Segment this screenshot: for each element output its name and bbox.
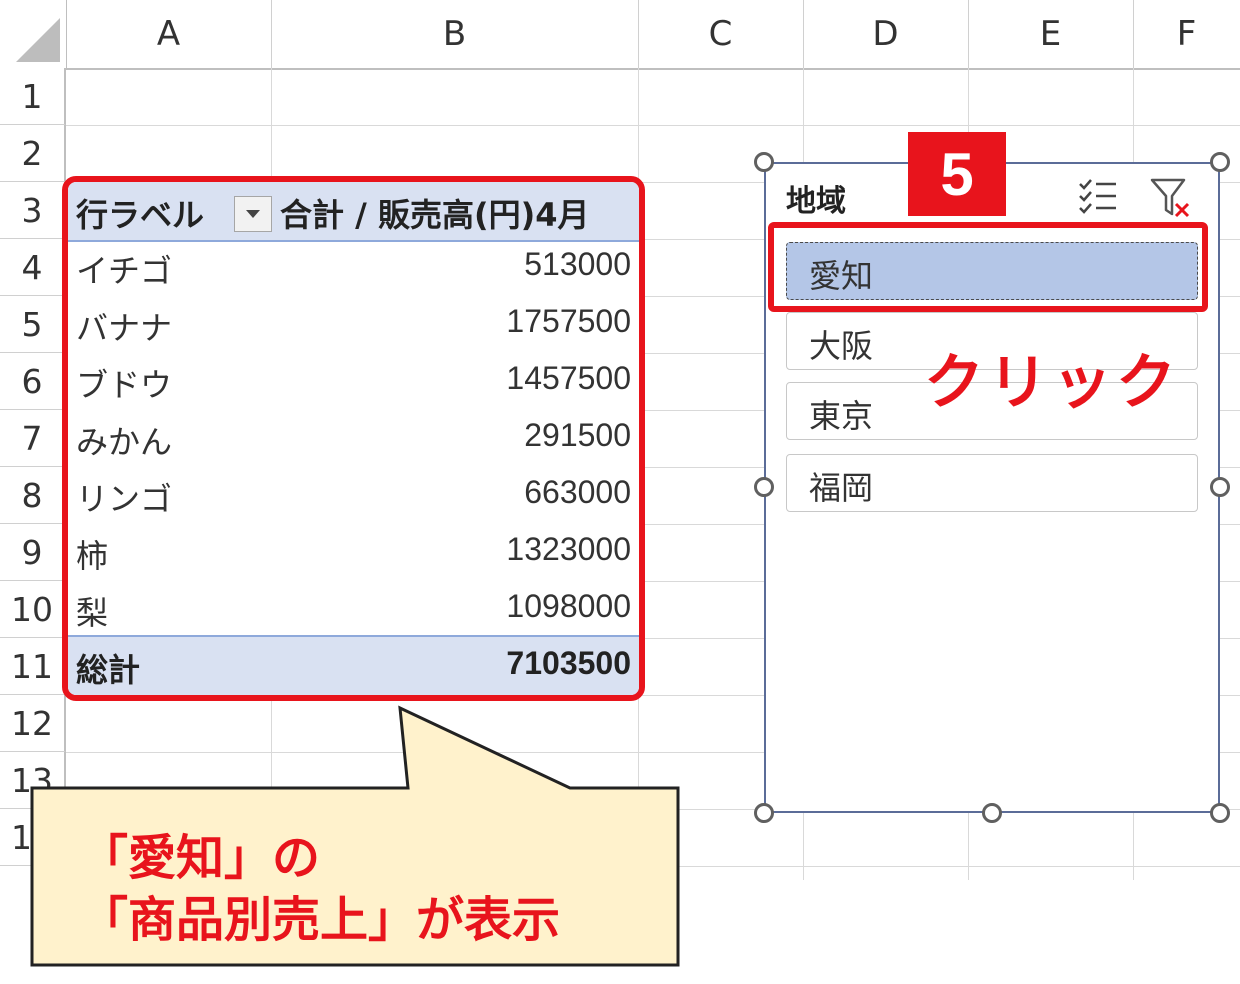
pivot-row[interactable]: リンゴ 663000 (68, 468, 639, 525)
row-header-2[interactable]: 2 (0, 125, 66, 182)
callout-line-2: 「商品別売上」が表示 (80, 892, 561, 948)
pivot-table[interactable]: 行ラベル 合計 / 販売高(円)4月 イチゴ 513000 バナナ 175750… (62, 176, 645, 701)
column-header-d[interactable]: D (803, 0, 969, 68)
pivot-row-label: 梨 (76, 594, 109, 632)
pivot-row-label: バナナ (76, 309, 173, 347)
pivot-row-value: 291500 (524, 417, 631, 453)
gridline (66, 125, 1240, 126)
pivot-row-value: 1457500 (506, 360, 631, 396)
row-header-4[interactable]: 4 (0, 239, 66, 296)
callout-line-1: 「愛知」の (80, 830, 321, 886)
pivot-header-row: 行ラベル 合計 / 販売高(円)4月 (68, 182, 639, 242)
resize-handle[interactable] (1210, 152, 1230, 172)
row-header-10[interactable]: 10 (0, 581, 66, 638)
row-label-filter-button[interactable] (234, 196, 272, 232)
pivot-row-label: リンゴ (76, 480, 173, 518)
resize-handle[interactable] (1210, 803, 1230, 823)
resize-handle[interactable] (754, 803, 774, 823)
pivot-row[interactable]: バナナ 1757500 (68, 297, 639, 354)
row-header-14[interactable]: 14 (0, 809, 66, 866)
pivot-row-label: イチゴ (76, 252, 173, 290)
pivot-row-value: 513000 (524, 246, 631, 282)
slicer-item-label: 大阪 (809, 327, 874, 365)
row-header-6[interactable]: 6 (0, 353, 66, 410)
pivot-row-label: みかん (76, 423, 173, 461)
resize-handle[interactable] (754, 477, 774, 497)
resize-handle[interactable] (1210, 477, 1230, 497)
row-header-1[interactable]: 1 (0, 68, 66, 125)
row-header-5[interactable]: 5 (0, 296, 66, 353)
grand-total-value: 7103500 (506, 645, 631, 681)
multi-select-icon (1079, 179, 1116, 214)
row-header-11[interactable]: 11 (0, 638, 66, 695)
click-instruction: クリック (924, 348, 1180, 418)
column-header-b[interactable]: B (271, 0, 639, 68)
pivot-row-value: 1323000 (506, 531, 631, 567)
row-header-8[interactable]: 8 (0, 467, 66, 524)
row-label-header: 行ラベル (76, 196, 205, 234)
slicer-item-fukuoka[interactable]: 福岡 (786, 454, 1198, 512)
pivot-row-value: 1098000 (506, 588, 631, 624)
pivot-row[interactable]: イチゴ 513000 (68, 240, 639, 297)
grand-total-label: 総計 (76, 651, 141, 689)
pivot-row[interactable]: 柿 1323000 (68, 525, 639, 582)
chevron-down-icon (246, 210, 260, 218)
resize-handle[interactable] (982, 803, 1002, 823)
row-header-7[interactable]: 7 (0, 410, 66, 467)
pivot-row[interactable]: ブドウ 1457500 (68, 354, 639, 411)
pivot-row-value: 1757500 (506, 303, 631, 339)
clear-filter-button[interactable] (1148, 174, 1194, 220)
resize-handle[interactable] (754, 152, 774, 172)
pivot-row-value: 663000 (524, 474, 631, 510)
column-header-e[interactable]: E (968, 0, 1134, 68)
column-header-a[interactable]: A (66, 0, 272, 68)
pivot-row-label: ブドウ (76, 366, 173, 404)
pivot-grand-total-row[interactable]: 総計 7103500 (68, 635, 639, 695)
highlight-box (768, 222, 1208, 312)
select-all-corner[interactable] (0, 0, 67, 68)
value-field-header: 合計 / 販売高(円)4月 (280, 196, 590, 234)
multi-select-button[interactable] (1076, 174, 1122, 220)
column-header-f[interactable]: F (1133, 0, 1240, 68)
row-header-13[interactable]: 13 (0, 752, 66, 809)
row-header-3[interactable]: 3 (0, 182, 66, 239)
slicer-item-label: 東京 (809, 397, 874, 435)
slicer-item-label: 福岡 (809, 469, 874, 507)
pivot-row[interactable]: 梨 1098000 (68, 582, 639, 639)
pivot-row-label: 柿 (76, 537, 109, 575)
pivot-row[interactable]: みかん 291500 (68, 411, 639, 468)
column-header-row: A B C D E F (0, 0, 1240, 70)
step-badge: 5 (908, 132, 1006, 216)
slicer-title: 地域 (786, 184, 846, 219)
row-header-12[interactable]: 12 (0, 695, 66, 752)
clear-filter-icon (1150, 178, 1190, 218)
column-header-c[interactable]: C (638, 0, 804, 68)
row-header-9[interactable]: 9 (0, 524, 66, 581)
